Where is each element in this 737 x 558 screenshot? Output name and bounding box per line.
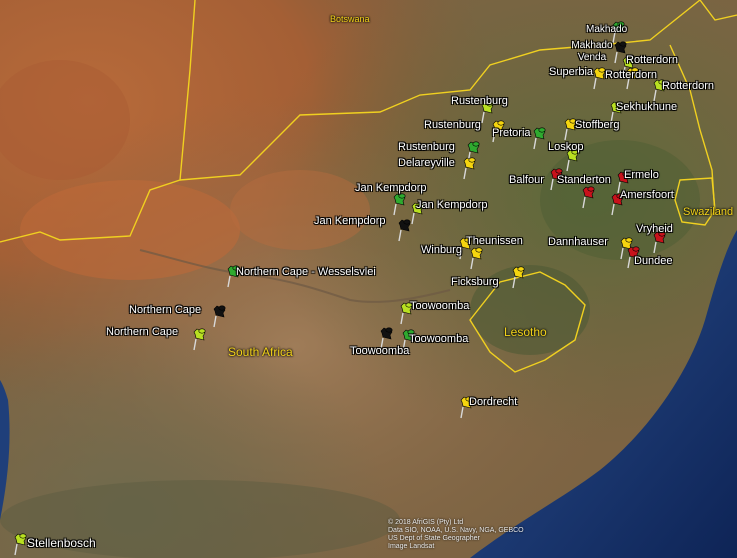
place-label-balfour: Balfour: [509, 174, 544, 186]
satellite-map[interactable]: Botswana South Africa Lesotho Swaziland …: [0, 0, 737, 558]
pushpin-icon: [512, 266, 525, 289]
place-label-rustenburg-2: Rustenburg: [424, 119, 481, 131]
map-pin-black[interactable]: [211, 304, 229, 328]
pushpin-icon: [213, 305, 226, 328]
map-attribution: © 2018 AfriGIS (Pty) Ltd Data SIO, NOAA,…: [388, 519, 524, 551]
place-label-jan-kempdorp-2: Jan Kempdorp: [416, 199, 488, 211]
place-label-jan-kempdorp-3: Jan Kempdorp: [314, 215, 386, 227]
place-label-sekhukhune: Sekhukhune: [616, 101, 678, 113]
place-label-stellenbosch: Stellenbosch: [27, 536, 96, 550]
place-label-dundee: Dundee: [634, 255, 673, 267]
map-pin-green[interactable]: [531, 126, 549, 150]
region-label-botswana: Botswana: [330, 14, 370, 24]
pushpin-icon: [193, 328, 206, 351]
place-label-rustenburg-3: Rustenburg: [398, 141, 455, 153]
place-label-vryheid: Vryheid: [636, 223, 673, 235]
place-label-superbia: Superbia: [549, 66, 594, 78]
pushpin-icon: [393, 193, 406, 216]
place-label-makhado: Makhado: [586, 24, 628, 35]
place-label-standerton: Standerton: [557, 174, 611, 186]
place-label-rustenburg-1: Rustenburg: [451, 95, 508, 107]
place-label-rotterdorn-2: Rotterdorn: [605, 69, 657, 81]
map-pin-yellow-green[interactable]: [191, 327, 209, 351]
place-label-northern-cape-wesselsvlei: Northern Cape - Wesselsvlei: [236, 266, 376, 278]
pushpin-icon: [582, 186, 595, 209]
pushpin-icon: [398, 219, 411, 242]
attribution-line: © 2018 AfriGIS (Pty) Ltd: [388, 519, 464, 526]
map-pin-green[interactable]: [391, 192, 409, 216]
attribution-line: US Dept of State Geographer: [388, 535, 480, 542]
pushpin-icon: [470, 247, 483, 270]
region-label-lesotho: Lesotho: [504, 325, 547, 339]
place-label-dannhauser: Dannhauser: [548, 236, 608, 248]
place-label-amersfoort: Amersfoort: [620, 189, 674, 201]
place-label-delareyville: Delareyville: [398, 157, 455, 169]
attribution-line: Data SIO, NOAA, U.S. Navy, NGA, GEBCO: [388, 527, 524, 534]
place-label-toowoomba-1: Toowoomba: [410, 300, 470, 312]
place-label-makhado-venda: Makhado Venda: [571, 40, 613, 63]
region-label-swaziland: Swaziland: [683, 206, 734, 218]
place-label-rotterdorn-3: Rotterdorn: [662, 80, 714, 92]
attribution-line: Image Landsat: [388, 543, 435, 550]
place-label-winburg: Winburg: [421, 244, 462, 256]
pushpin-icon: [533, 127, 546, 150]
place-label-toowoomba-2: Toowoomba: [409, 333, 469, 345]
place-label-ficksburg: Ficksburg: [451, 276, 499, 288]
place-label-rotterdorn-1: Rotterdorn: [626, 54, 678, 66]
place-label-dordrecht: Dordrecht: [469, 396, 518, 408]
place-label-stoffberg: Stoffberg: [575, 119, 620, 131]
map-pin-yellow[interactable]: [468, 246, 486, 270]
map-pin-black[interactable]: [396, 218, 414, 242]
place-label-jan-kempdorp-1: Jan Kempdorp: [355, 182, 427, 194]
pushpin-icon: [463, 157, 476, 180]
map-pin-red[interactable]: [580, 185, 598, 209]
place-label-toowoomba-3: Toowoomba: [350, 345, 410, 357]
place-label-northern-cape-1: Northern Cape: [129, 304, 202, 316]
map-pin-yellow[interactable]: [461, 156, 479, 180]
place-label-pretoria: Pretoria: [492, 127, 531, 139]
place-label-loskop: Loskop: [548, 141, 584, 153]
map-pin-yellow[interactable]: [510, 265, 528, 289]
place-label-ermelo: Ermelo: [624, 169, 659, 181]
place-label-northern-cape-2: Northern Cape: [106, 326, 179, 338]
region-label-south-africa: South Africa: [228, 345, 293, 359]
